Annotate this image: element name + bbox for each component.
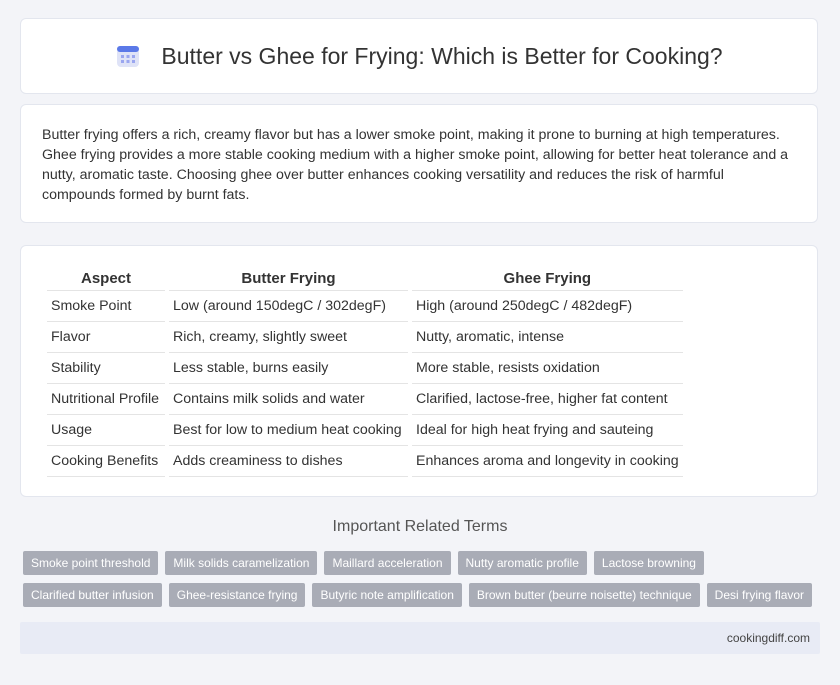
- cell-ghee: Clarified, lactose-free, higher fat cont…: [412, 384, 683, 415]
- tag[interactable]: Butyric note amplification: [312, 583, 462, 607]
- table-row: Flavor Rich, creamy, slightly sweet Nutt…: [47, 322, 683, 353]
- header-ghee-frying: Ghee Frying: [412, 266, 683, 291]
- tag[interactable]: Desi frying flavor: [706, 583, 813, 607]
- tag[interactable]: Smoke point threshold: [23, 551, 159, 575]
- cell-aspect: Stability: [47, 353, 165, 384]
- cell-butter: Adds creaminess to dishes: [169, 446, 408, 477]
- cell-aspect: Usage: [47, 415, 165, 446]
- table-row: Stability Less stable, burns easily More…: [47, 353, 683, 384]
- related-tags-row: Smoke point threshold Milk solids carame…: [23, 551, 823, 575]
- table-row: Cooking Benefits Adds creaminess to dish…: [47, 446, 683, 477]
- tag[interactable]: Brown butter (beurre noisette) technique: [468, 583, 700, 607]
- tag[interactable]: Ghee-resistance frying: [168, 583, 306, 607]
- table-row: Nutritional Profile Contains milk solids…: [47, 384, 683, 415]
- table-row: Usage Best for low to medium heat cookin…: [47, 415, 683, 446]
- cell-aspect: Flavor: [47, 322, 165, 353]
- footer-site-link[interactable]: cookingdiff.com: [727, 631, 810, 645]
- cell-ghee: Nutty, aromatic, intense: [412, 322, 683, 353]
- tag[interactable]: Maillard acceleration: [324, 551, 451, 575]
- cell-ghee: More stable, resists oxidation: [412, 353, 683, 384]
- header-aspect: Aspect: [47, 266, 165, 291]
- calendar-icon: [117, 46, 140, 67]
- tag[interactable]: Nutty aromatic profile: [457, 551, 587, 575]
- cell-butter: Rich, creamy, slightly sweet: [169, 322, 408, 353]
- cell-butter: Less stable, burns easily: [169, 353, 408, 384]
- cell-ghee: Enhances aroma and longevity in cooking: [412, 446, 683, 477]
- tag[interactable]: Clarified butter infusion: [23, 583, 162, 607]
- cell-aspect: Cooking Benefits: [47, 446, 165, 477]
- header-card: Butter vs Ghee for Frying: Which is Bett…: [20, 18, 818, 94]
- tag[interactable]: Lactose browning: [593, 551, 704, 575]
- cell-butter: Contains milk solids and water: [169, 384, 408, 415]
- cell-ghee: Ideal for high heat frying and sauteing: [412, 415, 683, 446]
- header-butter-frying: Butter Frying: [169, 266, 408, 291]
- footer: cookingdiff.com: [20, 622, 820, 654]
- related-tags-row: Clarified butter infusion Ghee-resistanc…: [23, 583, 823, 607]
- cell-aspect: Nutritional Profile: [47, 384, 165, 415]
- cell-ghee: High (around 250degC / 482degF): [412, 291, 683, 322]
- intro-card: Butter frying offers a rich, creamy flav…: [20, 104, 818, 223]
- related-terms-title: Important Related Terms: [332, 518, 508, 535]
- cell-aspect: Smoke Point: [47, 291, 165, 322]
- page-title: Butter vs Ghee for Frying: Which is Bett…: [161, 42, 723, 69]
- table-header-row: Aspect Butter Frying Ghee Frying: [47, 266, 683, 291]
- table-row: Smoke Point Low (around 150degC / 302deg…: [47, 291, 683, 322]
- tag[interactable]: Milk solids caramelization: [165, 551, 318, 575]
- cell-butter: Low (around 150degC / 302degF): [169, 291, 408, 322]
- comparison-card: Aspect Butter Frying Ghee Frying Smoke P…: [20, 245, 818, 497]
- intro-paragraph: Butter frying offers a rich, creamy flav…: [42, 127, 789, 203]
- cell-butter: Best for low to medium heat cooking: [169, 415, 408, 446]
- comparison-table: Aspect Butter Frying Ghee Frying Smoke P…: [43, 266, 687, 477]
